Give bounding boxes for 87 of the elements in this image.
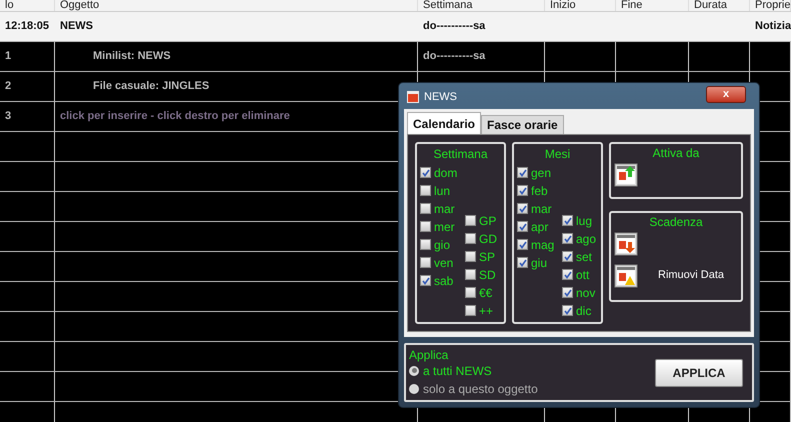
checkbox-label: GP <box>479 212 496 230</box>
checkbox[interactable] <box>517 185 528 196</box>
checkbox-label: apr <box>531 218 548 236</box>
checkbox-label: ott <box>576 266 590 284</box>
checkbox[interactable] <box>420 239 431 250</box>
checkbox[interactable] <box>465 269 476 280</box>
table-cell-text: do----------sa <box>422 19 486 34</box>
table-cell-text: 12:18:05 <box>4 19 50 34</box>
checkbox[interactable] <box>517 221 528 232</box>
checkbox-label: lug <box>576 212 592 230</box>
checkbox[interactable] <box>420 203 431 214</box>
radio-label: solo a questo oggetto <box>423 380 538 398</box>
apply-button[interactable]: APPLICA <box>655 358 743 386</box>
checkbox-label: SD <box>479 266 496 284</box>
column-header[interactable]: Settimana <box>418 0 473 11</box>
checkbox-label: lun <box>434 182 450 200</box>
checkbox-label: feb <box>531 182 548 200</box>
group-title: Scadenza <box>649 215 703 229</box>
tab[interactable]: Calendario <box>407 112 482 134</box>
remove-date-label[interactable]: Rimuovi Data <box>658 267 724 284</box>
checkbox-label: mar <box>531 200 552 218</box>
column-header[interactable]: Fine <box>616 0 642 11</box>
checkbox[interactable] <box>420 167 431 178</box>
column-header[interactable]: Oggetto <box>55 0 100 11</box>
checkbox-label: gio <box>434 236 450 254</box>
group-title: Applica <box>409 348 450 362</box>
checkbox[interactable] <box>562 233 573 244</box>
radio-button[interactable] <box>409 366 419 376</box>
checkbox-label: ven <box>434 254 454 272</box>
checkbox-label: sab <box>434 272 454 290</box>
checkbox[interactable] <box>465 233 476 244</box>
checkbox[interactable] <box>517 239 528 250</box>
checkbox-label: dic <box>576 302 592 320</box>
checkbox[interactable] <box>517 257 528 268</box>
checkbox[interactable] <box>517 167 528 178</box>
table-cell-text: File casuale: JINGLES <box>92 79 210 94</box>
checkbox-label: ago <box>576 230 596 248</box>
checkbox-label: €€ <box>479 284 492 302</box>
group-title: Attiva da <box>652 146 700 160</box>
column-header[interactable]: Proprie <box>750 0 790 11</box>
calendar-warning-icon[interactable] <box>614 264 638 288</box>
group-title: Settimana <box>433 147 488 161</box>
window-title: NEWS <box>424 90 457 105</box>
checkbox-label: set <box>576 248 592 266</box>
checkbox[interactable] <box>420 185 431 196</box>
checkbox-label: giu <box>531 254 548 272</box>
checkbox-label: GD <box>479 230 497 248</box>
checkbox-label: ++ <box>479 302 494 320</box>
table-cell-text: Minilist: NEWS <box>92 49 171 64</box>
checkbox-label: gen <box>531 164 552 182</box>
table-cell-text: NEWS <box>59 19 93 34</box>
checkbox[interactable] <box>562 287 573 298</box>
checkbox[interactable] <box>420 275 431 286</box>
column-header[interactable]: Durata <box>689 0 728 11</box>
checkbox[interactable] <box>562 215 573 226</box>
checkbox-label: mag <box>531 236 554 254</box>
checkbox-label: nov <box>576 284 596 302</box>
checkbox[interactable] <box>420 221 431 232</box>
table-cell-text: Notizia <box>754 19 791 34</box>
checkbox-label: dom <box>434 164 458 182</box>
calendar-icon <box>407 91 419 103</box>
checkbox-label: mar <box>434 200 455 218</box>
table-cell-text: 3 <box>4 109 12 124</box>
close-button[interactable]: x <box>706 86 746 102</box>
column-header[interactable]: Inizio <box>545 0 576 11</box>
checkbox[interactable] <box>562 251 573 262</box>
group-title: Mesi <box>544 147 570 161</box>
checkbox[interactable] <box>562 305 573 316</box>
checkbox[interactable] <box>465 215 476 226</box>
checkbox[interactable] <box>420 257 431 268</box>
radio-label: a tutti NEWS <box>423 362 492 380</box>
checkbox[interactable] <box>465 305 476 316</box>
table-cell-text: 2 <box>4 79 12 94</box>
calendar-up-icon[interactable] <box>614 162 638 186</box>
calendar-down-icon[interactable] <box>614 232 638 256</box>
checkbox[interactable] <box>517 203 528 214</box>
tab[interactable]: Fasce orarie <box>481 115 564 134</box>
checkbox[interactable] <box>465 287 476 298</box>
table-cell-text: do----------sa <box>422 49 486 64</box>
checkbox[interactable] <box>562 269 573 280</box>
checkbox[interactable] <box>465 251 476 262</box>
column-header[interactable]: lo <box>0 0 14 11</box>
radio-button[interactable] <box>409 384 419 394</box>
checkbox-label: SP <box>479 248 496 266</box>
checkbox-label: mer <box>434 218 455 236</box>
table-cell-text: click per inserire - click destro per eliminare <box>59 109 290 124</box>
table-cell-text: 1 <box>4 49 12 64</box>
